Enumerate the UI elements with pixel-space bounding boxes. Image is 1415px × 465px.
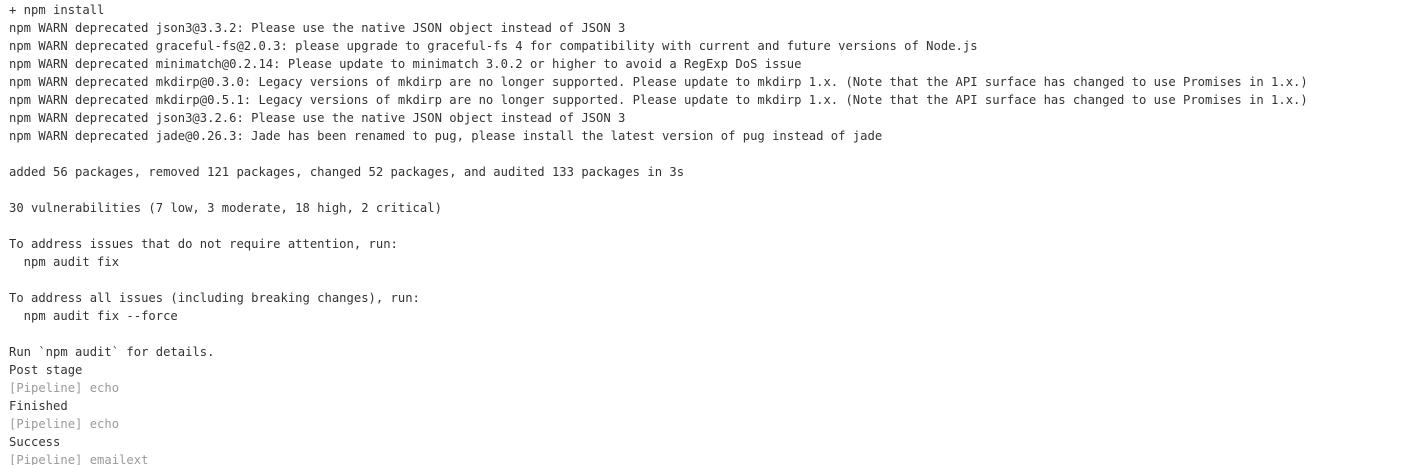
console-line: npm WARN deprecated graceful-fs@2.0.3: p… [9,39,978,53]
console-line: To address all issues (including breakin… [9,291,420,305]
pipeline-step-line: [Pipeline] emailext [9,453,149,465]
pipeline-step-line: [Pipeline] echo [9,417,120,431]
console-line: npm audit fix [9,255,120,269]
console-line: npm WARN deprecated json3@3.3.2: Please … [9,21,626,35]
console-line: + npm install [9,3,105,17]
console-line: 30 vulnerabilities (7 low, 3 moderate, 1… [9,201,442,215]
console-line: Run `npm audit` for details. [9,345,215,359]
console-line: npm WARN deprecated mkdirp@0.3.0: Legacy… [9,75,1308,89]
console-line: To address issues that do not require at… [9,237,398,251]
console-line: npm audit fix --force [9,309,178,323]
console-line: npm WARN deprecated minimatch@0.2.14: Pl… [9,57,802,71]
console-line: npm WARN deprecated jade@0.26.3: Jade ha… [9,129,883,143]
console-line: Post stage [9,363,83,377]
console-line: added 56 packages, removed 121 packages,… [9,165,685,179]
console-output: + npm install npm WARN deprecated json3@… [0,0,1415,465]
console-line: Success [9,435,61,449]
console-line: npm WARN deprecated json3@3.2.6: Please … [9,111,626,125]
pipeline-step-line: [Pipeline] echo [9,381,120,395]
console-line: npm WARN deprecated mkdirp@0.5.1: Legacy… [9,93,1308,107]
console-line: Finished [9,399,68,413]
